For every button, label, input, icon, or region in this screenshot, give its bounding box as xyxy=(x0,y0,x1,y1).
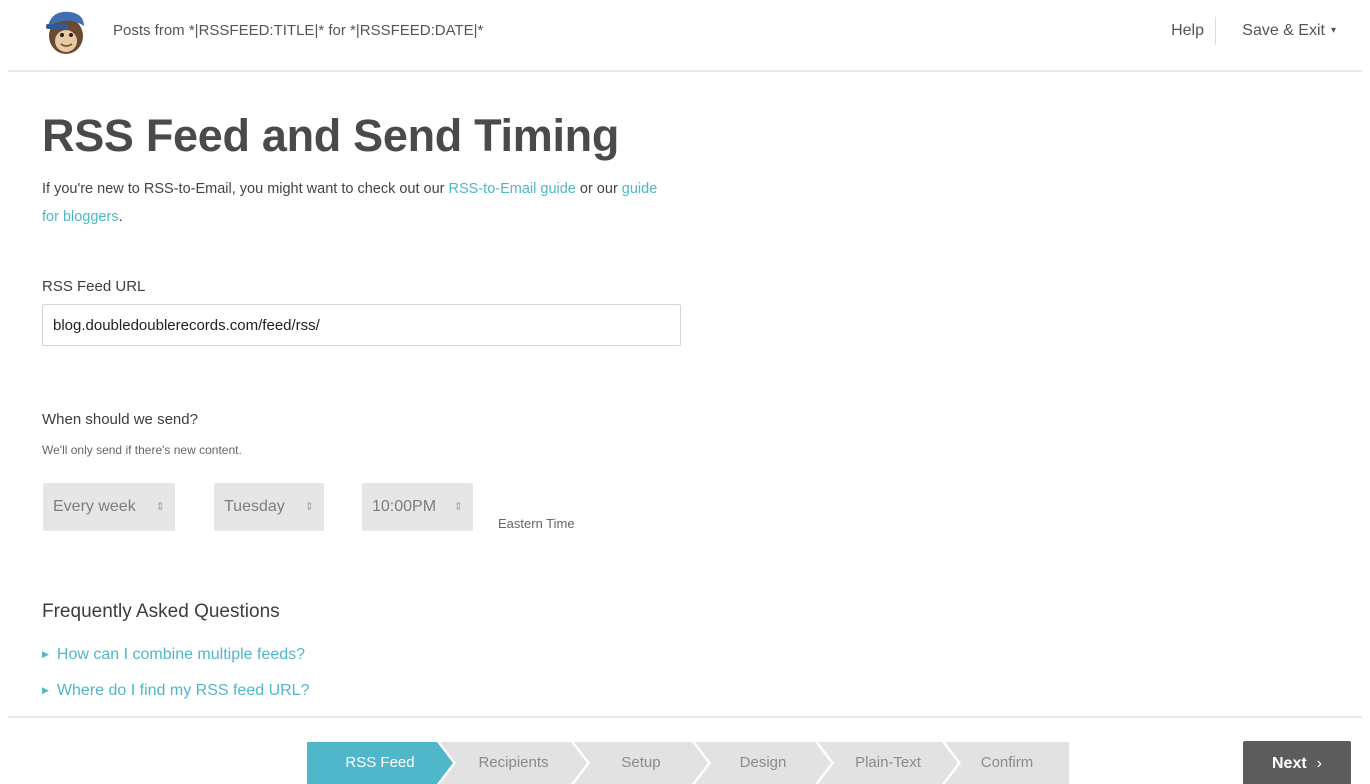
save-exit-menu[interactable]: Save & Exit ▾ xyxy=(1242,22,1336,40)
time-select[interactable]: 10:00PM ⇕ xyxy=(362,483,473,531)
send-timing-heading: When should we send? xyxy=(42,411,198,428)
next-button-label: Next xyxy=(1271,755,1307,772)
intro-text-middle: or our xyxy=(575,181,622,197)
intro-text-end: . xyxy=(118,209,123,225)
faq-heading: Frequently Asked Questions xyxy=(42,601,280,622)
day-value: Tuesday xyxy=(224,498,285,515)
top-bar: Posts from *|RSSFEED:TITLE|* for *|RSSFE… xyxy=(8,0,1362,72)
next-button[interactable]: Next › xyxy=(1243,741,1351,784)
step-confirm[interactable]: Confirm xyxy=(945,742,1069,784)
intro-text: If you're new to RSS-to-Email, you might… xyxy=(42,175,662,231)
intro-text-start: If you're new to RSS-to-Email, you might… xyxy=(42,181,449,197)
step-rss-feed[interactable]: RSS Feed xyxy=(307,742,453,784)
select-arrows-icon: ⇕ xyxy=(453,501,463,513)
day-select[interactable]: Tuesday ⇕ xyxy=(214,483,324,531)
step-setup[interactable]: Setup xyxy=(574,742,708,784)
step-design[interactable]: Design xyxy=(695,742,831,784)
send-timing-note: We'll only send if there's new content. xyxy=(42,443,242,457)
select-arrows-icon: ⇕ xyxy=(155,501,165,513)
chevron-right-icon: › xyxy=(1316,755,1322,772)
frequency-select[interactable]: Every week ⇕ xyxy=(43,483,175,531)
step-recipients[interactable]: Recipients xyxy=(440,742,587,784)
faq-item-find-feed-url[interactable]: ▶ Where do I find my RSS feed URL? xyxy=(42,682,309,700)
frequency-value: Every week xyxy=(53,498,136,515)
time-value: 10:00PM xyxy=(372,498,437,515)
timezone-label: Eastern Time xyxy=(498,516,575,531)
page-title: RSS Feed and Send Timing xyxy=(42,110,620,161)
triangle-right-icon: ▶ xyxy=(42,649,49,659)
faq-question: How can I combine multiple feeds? xyxy=(56,646,306,663)
campaign-title: Posts from *|RSSFEED:TITLE|* for *|RSSFE… xyxy=(113,22,484,39)
faq-item-combine-feeds[interactable]: ▶ How can I combine multiple feeds? xyxy=(42,646,305,664)
triangle-right-icon: ▶ xyxy=(42,685,49,695)
rss-feed-url-label: RSS Feed URL xyxy=(42,278,146,295)
header-divider xyxy=(1215,17,1216,45)
step-plain-text[interactable]: Plain-Text xyxy=(818,742,958,784)
rss-to-email-guide-link[interactable]: RSS-to-Email guide xyxy=(449,181,576,197)
footer-divider xyxy=(8,716,1362,718)
help-link[interactable]: Help xyxy=(1171,22,1204,40)
select-arrows-icon: ⇕ xyxy=(304,501,314,513)
rss-feed-url-input[interactable] xyxy=(42,304,681,346)
caret-down-icon: ▾ xyxy=(1330,25,1336,36)
mailchimp-logo-icon[interactable] xyxy=(42,8,88,56)
step-progress-bar: RSS Feed Recipients Setup Design Plain-T… xyxy=(307,742,1069,784)
save-exit-label: Save & Exit xyxy=(1242,22,1325,39)
faq-question: Where do I find my RSS feed URL? xyxy=(56,682,310,699)
